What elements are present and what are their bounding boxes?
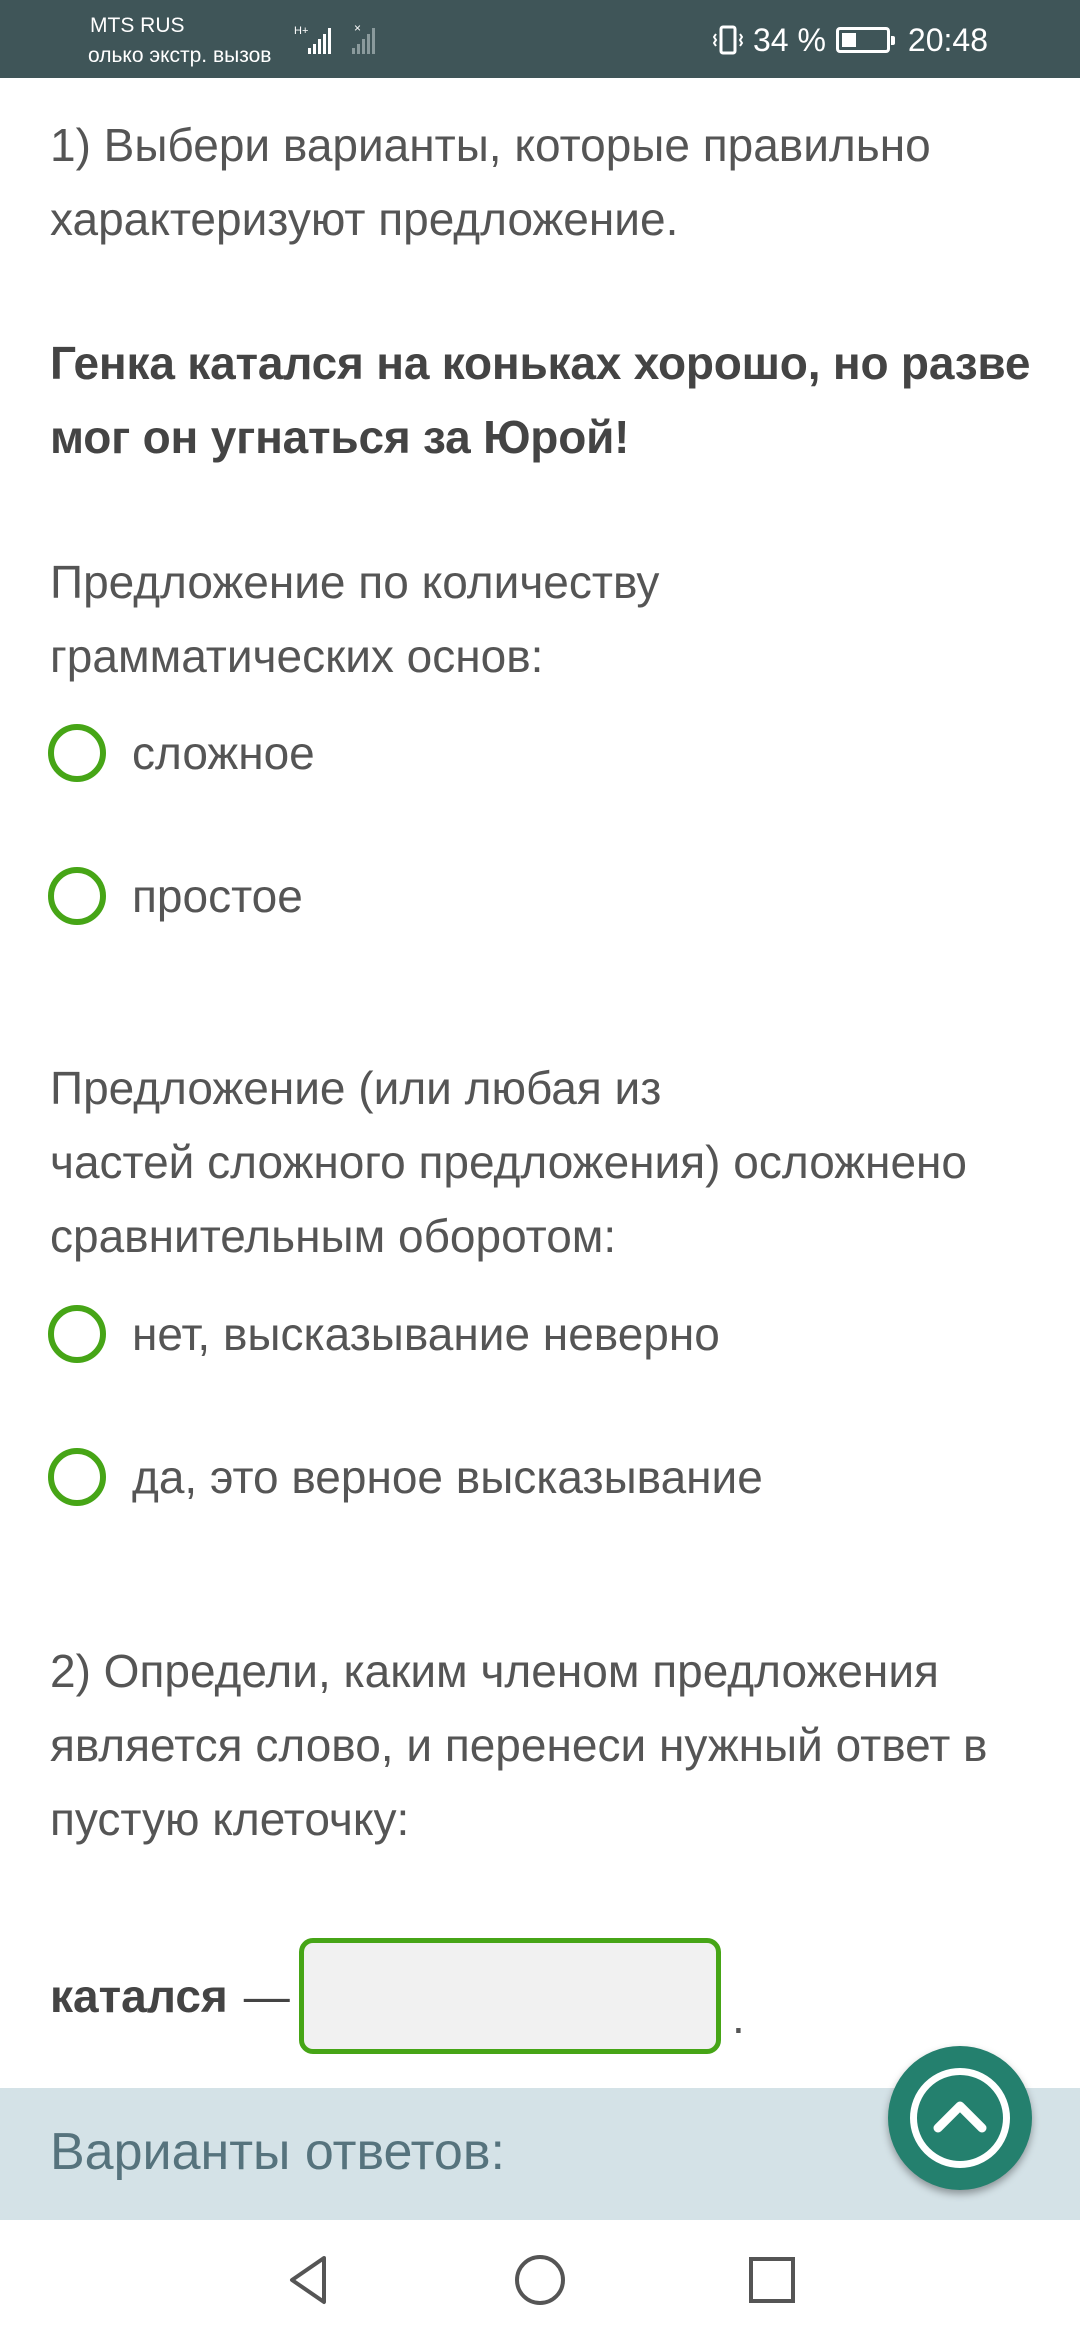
carrier-name: MTS RUS — [90, 14, 185, 37]
group2-question-line: частей сложного предложения) осложнено — [50, 1136, 968, 1188]
target-word: катался — [50, 1970, 228, 2022]
group2-question: Предложение (или любая из частей сложног… — [50, 1051, 1040, 1273]
vibrate-icon — [712, 25, 743, 55]
group2-question-line: Предложение (или любая из — [50, 1062, 662, 1114]
variants-title: Варианты ответов: — [50, 2123, 505, 2181]
radio-button[interactable] — [48, 1305, 106, 1363]
chevron-up-icon — [933, 2101, 987, 2133]
home-circle-icon[interactable] — [510, 2250, 570, 2310]
carrier-emergency-text: олько экстр. вызов — [88, 44, 272, 67]
recent-square-icon[interactable] — [742, 2250, 802, 2310]
signal-icon: H+ × — [294, 22, 375, 54]
option-net[interactable]: нет, высказывание неверно — [48, 1299, 720, 1369]
radio-button[interactable] — [48, 724, 106, 782]
option-label: нет, высказывание неверно — [132, 1308, 720, 1360]
battery-fill — [841, 33, 857, 47]
task2-prompt-line: 2) Определи, каким членом предложения — [50, 1645, 939, 1697]
back-triangle-icon[interactable] — [278, 2250, 338, 2310]
task1-prompt: 1) Выбери варианты, которые правильно ха… — [50, 108, 1040, 256]
battery-icon — [835, 27, 895, 53]
task1-prompt-line: характеризуют предложение. — [50, 193, 679, 245]
option-slozhnoe[interactable]: сложное — [48, 718, 315, 788]
navigation-bar — [0, 2220, 1080, 2340]
option-prostoe[interactable]: простое — [48, 861, 303, 931]
battery-percent: 34 % — [752, 21, 826, 58]
option-da[interactable]: да, это верное высказывание — [48, 1442, 763, 1512]
group1-question-line: Предложение по количеству — [50, 556, 660, 608]
radio-button[interactable] — [48, 1448, 106, 1506]
status-bar: MTS RUS олько экстр. вызов H+ × 34 % 20:… — [0, 0, 1080, 78]
answer-row: катался — — [50, 1938, 290, 2054]
group2-question-line: сравнительным оборотом: — [50, 1210, 617, 1262]
period: . — [732, 1991, 745, 2043]
answer-drop-box[interactable] — [299, 1938, 721, 2054]
svg-text:H+: H+ — [294, 25, 308, 37]
task2-prompt-line: пустую клеточку: — [50, 1793, 410, 1845]
sentence-line: Генка катался на коньках хорошо, но разв… — [50, 337, 1031, 389]
status-right: 34 % 20:48 — [712, 20, 988, 60]
group1-question: Предложение по количеству грамматических… — [50, 545, 1040, 693]
task2-prompt-line: является слово, и перенеси нужный ответ … — [50, 1719, 988, 1771]
radio-button[interactable] — [48, 867, 106, 925]
task1-prompt-line: 1) Выбери варианты, которые правильно — [50, 119, 931, 171]
svg-text:×: × — [354, 22, 361, 35]
option-label: сложное — [132, 727, 315, 779]
group1-question-line: грамматических основ: — [50, 630, 544, 682]
scroll-up-button[interactable] — [888, 2046, 1032, 2190]
dash: — — [243, 1970, 290, 2022]
clock: 20:48 — [907, 21, 988, 58]
option-label: да, это верное высказывание — [132, 1451, 763, 1503]
sentence-line: мог он угнаться за Юрой! — [50, 411, 630, 463]
task1-sentence: Генка катался на коньках хорошо, но разв… — [50, 326, 1050, 474]
task2-prompt: 2) Определи, каким членом предложения яв… — [50, 1634, 1040, 1856]
option-label: простое — [132, 870, 303, 922]
